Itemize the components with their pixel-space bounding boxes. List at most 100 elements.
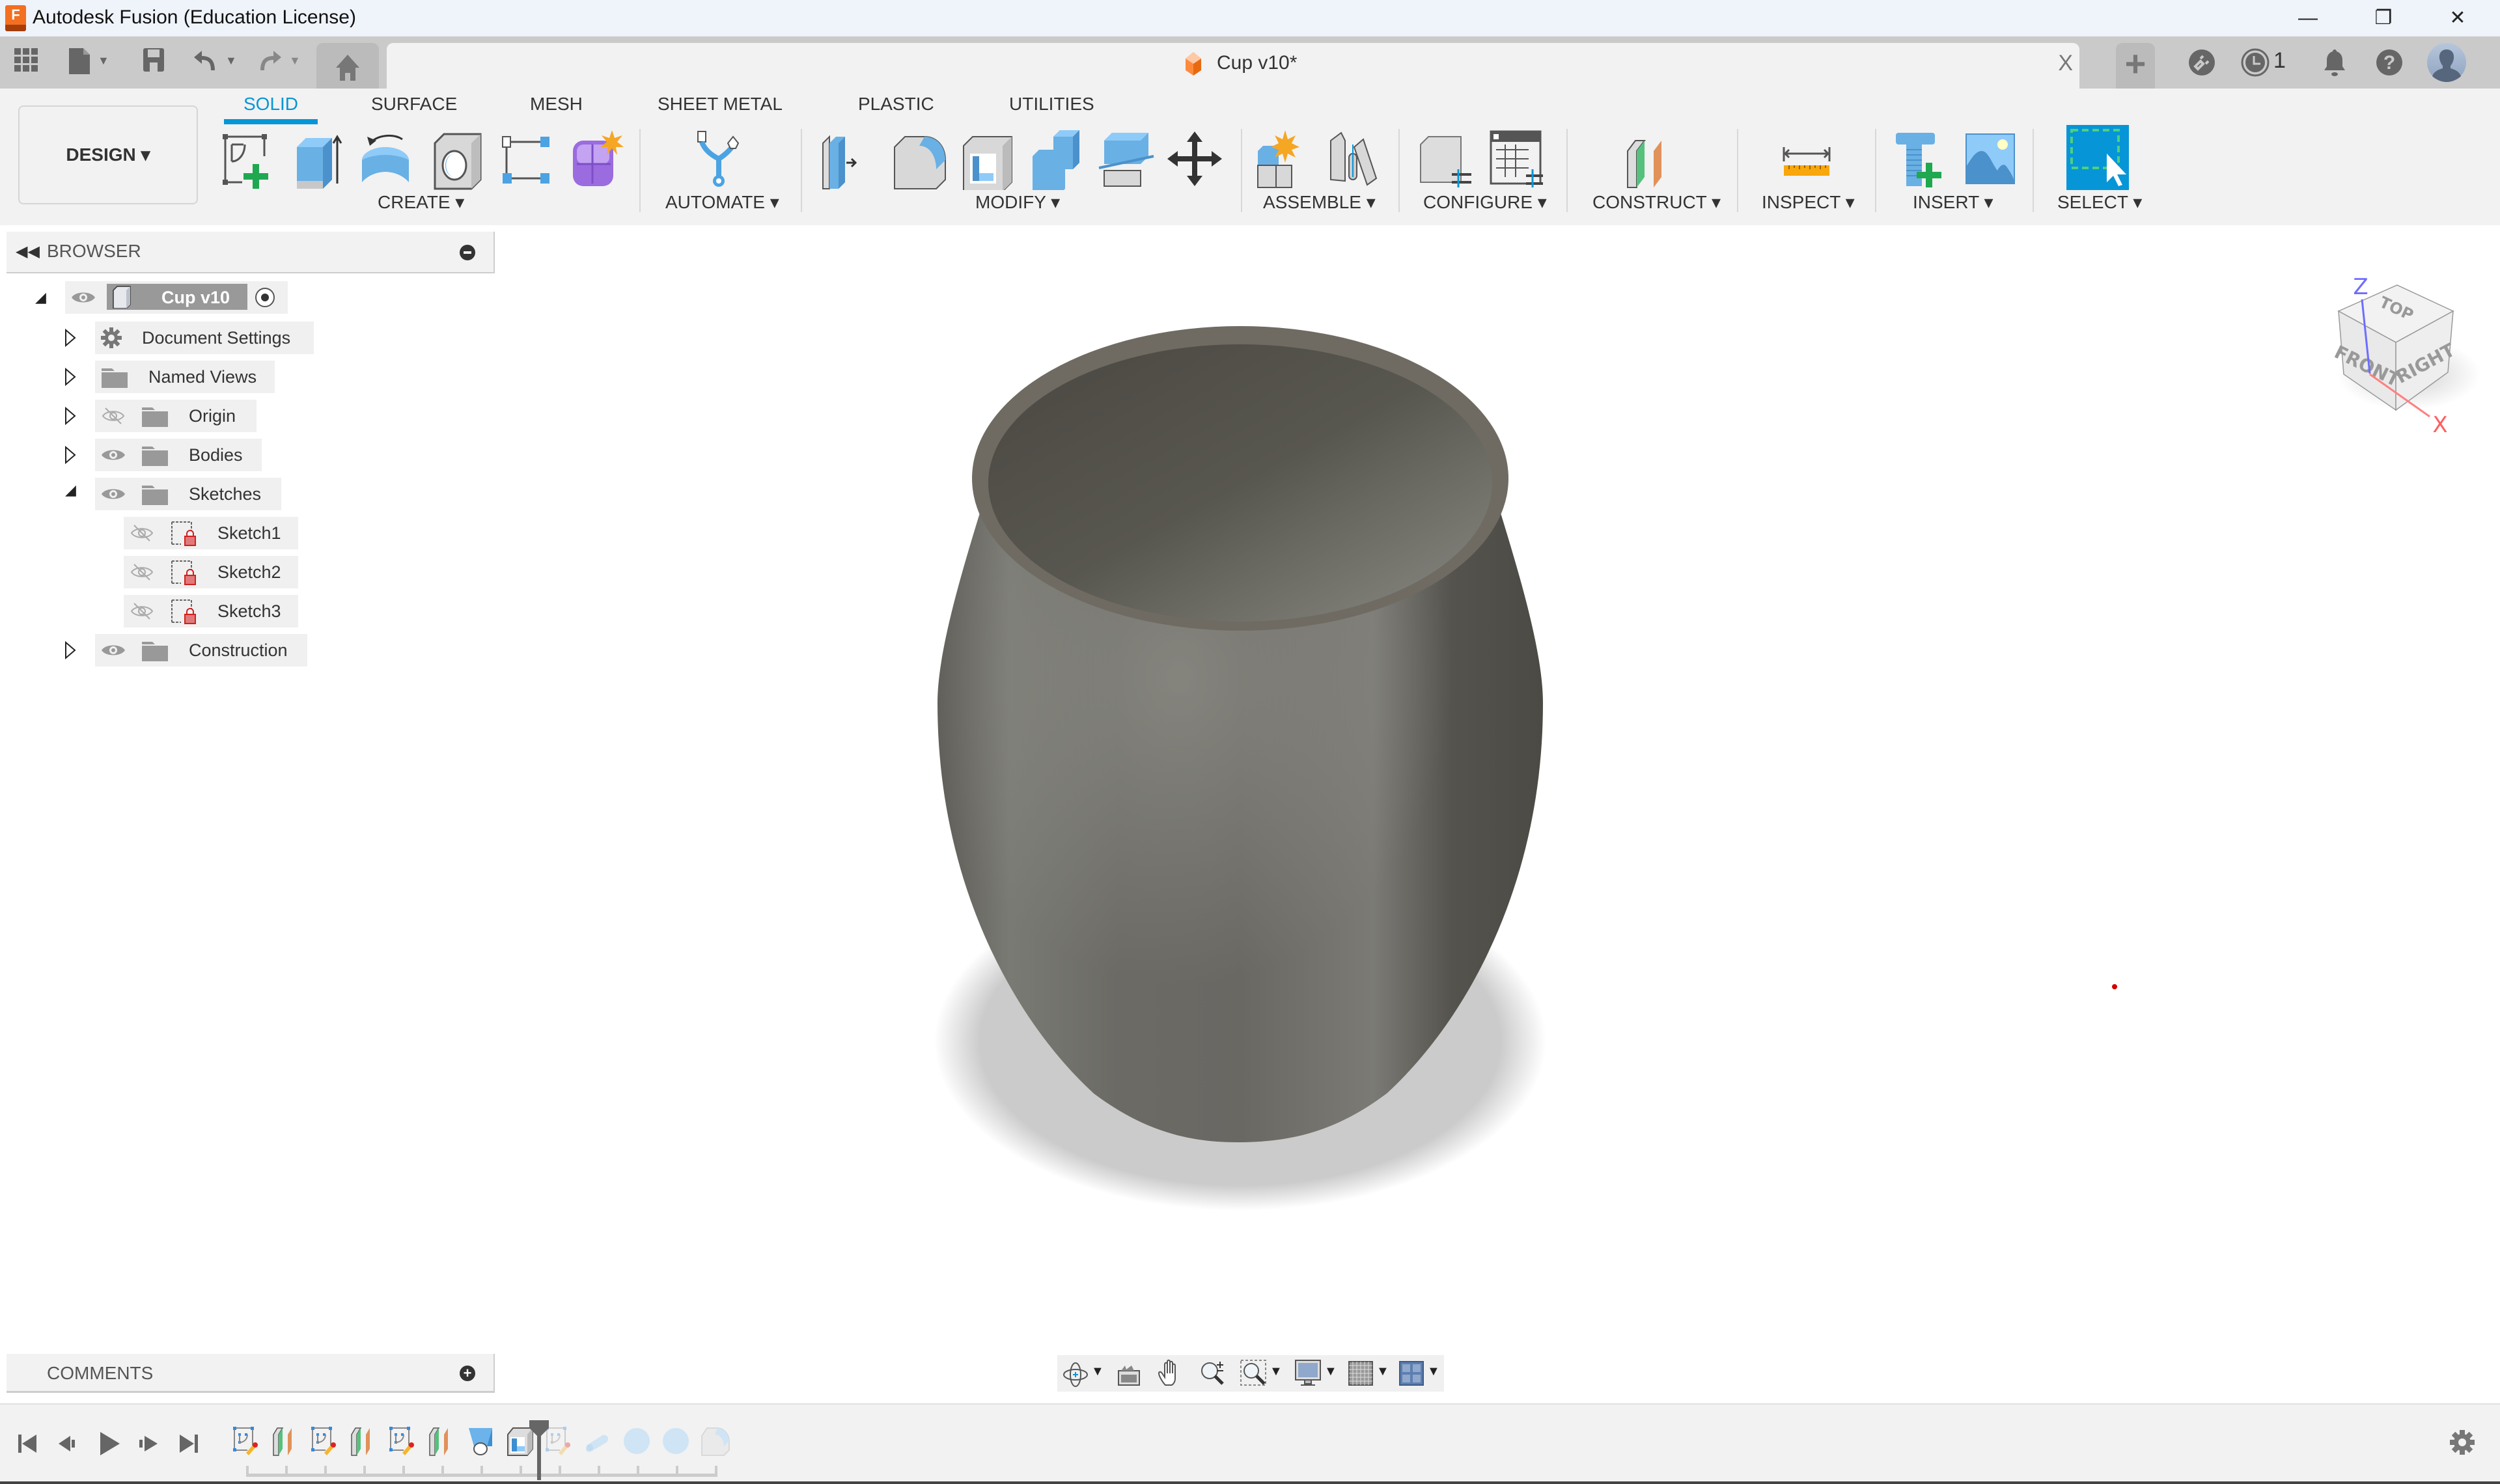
- timeline-feature-sketch-icon[interactable]: [310, 1425, 341, 1458]
- collapse-browser-icon[interactable]: ◀◀: [16, 242, 40, 261]
- create-form-button[interactable]: [568, 128, 626, 190]
- assemble-menu[interactable]: ASSEMBLE ▾: [1263, 191, 1376, 213]
- browser-item-sketches[interactable]: Sketches: [95, 478, 281, 510]
- file-icon[interactable]: [64, 47, 95, 78]
- avatar[interactable]: [2427, 43, 2466, 82]
- browser-item-named-views[interactable]: Named Views: [95, 361, 275, 393]
- new-tab-button[interactable]: +: [2116, 43, 2155, 89]
- zoom-icon[interactable]: [1198, 1359, 1227, 1388]
- press-pull-button[interactable]: [820, 128, 879, 190]
- plug-icon[interactable]: [2186, 47, 2217, 78]
- viewports-icon[interactable]: [1398, 1360, 1424, 1386]
- display-dropdown-caret[interactable]: ▼: [1324, 1364, 1337, 1379]
- redo-icon[interactable]: [254, 47, 285, 78]
- eye-icon[interactable]: [100, 640, 126, 660]
- browser-item-sketch2[interactable]: Sketch2: [124, 556, 298, 588]
- browser-item-bodies[interactable]: Bodies: [95, 439, 262, 471]
- combine-button[interactable]: [1027, 128, 1086, 195]
- tab-solid[interactable]: SOLID: [243, 94, 298, 115]
- expand-chevron-icon[interactable]: [64, 406, 77, 426]
- redo-dropdown-caret[interactable]: ▼: [289, 51, 301, 70]
- timeline-last-icon[interactable]: [177, 1432, 201, 1455]
- grid-icon[interactable]: [1348, 1360, 1374, 1386]
- bell-icon[interactable]: [2319, 47, 2350, 78]
- insert-canvas-button[interactable]: [1962, 128, 2021, 190]
- timeline-feature-pipe-icon[interactable]: [583, 1425, 615, 1458]
- timeline-feature-sketch-icon[interactable]: [544, 1425, 576, 1458]
- look-at-icon[interactable]: [1116, 1362, 1142, 1388]
- undo-dropdown-caret[interactable]: ▼: [225, 51, 237, 70]
- offset-plane-button[interactable]: [1625, 128, 1684, 190]
- viewcube[interactable]: TOP FRONT RIGHT Z X: [2318, 260, 2487, 438]
- eye-hidden-icon[interactable]: [100, 406, 126, 426]
- rectangular-pattern-button[interactable]: [499, 128, 557, 190]
- move-copy-button[interactable]: [1165, 128, 1224, 190]
- timeline-feature-plane-icon[interactable]: [349, 1425, 380, 1458]
- timeline-settings-gear-icon[interactable]: [2448, 1428, 2477, 1457]
- restore-button[interactable]: ❐: [2354, 3, 2413, 34]
- orbit-dropdown-caret[interactable]: ▼: [1091, 1364, 1104, 1379]
- automated-modeling-button[interactable]: [690, 128, 749, 190]
- select-menu[interactable]: SELECT ▾: [2057, 191, 2142, 213]
- home-tab[interactable]: [316, 43, 379, 89]
- tab-plastic[interactable]: PLASTIC: [858, 94, 934, 115]
- grid-dropdown-caret[interactable]: ▼: [1376, 1364, 1389, 1379]
- insert-mcmaster-button[interactable]: [1892, 128, 1951, 190]
- configuration-table-button[interactable]: [1487, 128, 1546, 190]
- tab-utilities[interactable]: UTILITIES: [1009, 94, 1094, 115]
- zoom-dropdown-caret[interactable]: ▼: [1270, 1364, 1283, 1379]
- tab-mesh[interactable]: MESH: [530, 94, 583, 115]
- app-grid-icon[interactable]: [10, 47, 42, 78]
- timeline-marker[interactable]: [529, 1420, 549, 1480]
- expand-chevron-icon[interactable]: [64, 328, 77, 348]
- inspect-menu[interactable]: INSPECT ▾: [1762, 191, 1855, 213]
- add-comment-icon[interactable]: +: [460, 1366, 475, 1381]
- eye-icon[interactable]: [100, 445, 126, 465]
- save-icon[interactable]: [138, 47, 169, 78]
- browser-item-sketch1[interactable]: Sketch1: [124, 517, 298, 549]
- window-select-button[interactable]: [2066, 125, 2129, 190]
- collapse-expander-icon[interactable]: ◢: [65, 482, 76, 499]
- eye-hidden-icon[interactable]: [129, 523, 155, 543]
- create-sketch-button[interactable]: [219, 128, 277, 190]
- extrude-button[interactable]: [290, 128, 349, 190]
- joint-button[interactable]: [1324, 128, 1383, 190]
- close-button[interactable]: ✕: [2428, 3, 2487, 34]
- timeline-feature-plane-icon[interactable]: [271, 1425, 302, 1458]
- eye-hidden-icon[interactable]: [129, 562, 155, 582]
- eye-hidden-icon[interactable]: [129, 601, 155, 621]
- timeline-feature-loft-icon[interactable]: [466, 1425, 497, 1458]
- change-parameters-button[interactable]: [1417, 128, 1475, 190]
- workspace-switcher-button[interactable]: DESIGN ▾: [18, 105, 198, 204]
- create-menu[interactable]: CREATE ▾: [378, 191, 464, 213]
- hole-button[interactable]: [427, 128, 486, 190]
- close-document-tab-button[interactable]: X: [2058, 51, 2073, 76]
- browser-item-construction[interactable]: Construction: [95, 634, 307, 666]
- browser-pin-icon[interactable]: [460, 245, 475, 260]
- offset-face-button[interactable]: [1096, 128, 1155, 190]
- new-component-button[interactable]: [1254, 128, 1312, 190]
- timeline-feature-sketch-icon[interactable]: [388, 1425, 419, 1458]
- browser-item-origin[interactable]: Origin: [95, 400, 257, 432]
- browser-item-sketch3[interactable]: Sketch3: [124, 595, 298, 627]
- tab-surface[interactable]: SURFACE: [371, 94, 457, 115]
- revolve-button[interactable]: [357, 128, 415, 190]
- expand-chevron-icon[interactable]: [64, 445, 77, 465]
- construct-menu[interactable]: CONSTRUCT ▾: [1592, 191, 1721, 213]
- cup-3d-model[interactable]: [898, 312, 1576, 1224]
- expand-chevron-icon[interactable]: [64, 640, 77, 660]
- timeline-previous-icon[interactable]: [56, 1432, 79, 1455]
- timeline-play-icon[interactable]: [96, 1429, 122, 1458]
- shell-button[interactable]: [958, 128, 1017, 192]
- clock-icon[interactable]: [2240, 47, 2271, 78]
- timeline-feature-fillet-icon[interactable]: [701, 1425, 732, 1458]
- tab-sheet-metal[interactable]: SHEET METAL: [658, 94, 783, 115]
- orbit-icon[interactable]: [1061, 1360, 1090, 1389]
- timeline-next-icon[interactable]: [137, 1432, 160, 1455]
- expand-chevron-icon[interactable]: [64, 367, 77, 387]
- fit-icon[interactable]: [1240, 1359, 1268, 1388]
- root-component-row[interactable]: Cup v10: [65, 281, 288, 314]
- timeline-first-icon[interactable]: [16, 1432, 39, 1455]
- timeline-feature-sketch-icon[interactable]: [232, 1425, 263, 1458]
- help-icon[interactable]: ?: [2374, 47, 2405, 78]
